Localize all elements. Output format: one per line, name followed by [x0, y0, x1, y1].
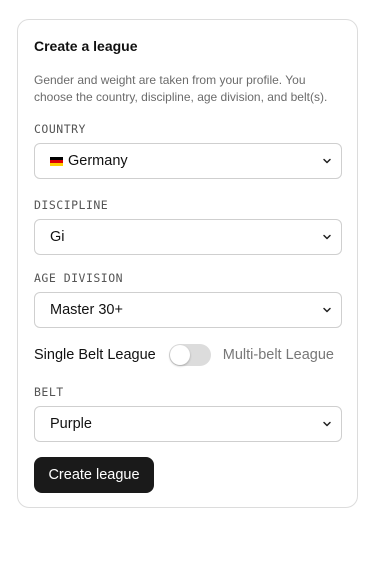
belt-label: BELT — [34, 385, 64, 399]
country-select[interactable]: Germany — [34, 143, 342, 179]
discipline-select[interactable]: Gi — [34, 219, 342, 255]
belt-mode-toggle[interactable] — [168, 344, 211, 366]
multi-belt-label: Multi-belt League — [222, 347, 334, 363]
age-division-select-value: Master 30+ — [50, 302, 123, 318]
country-label: COUNTRY — [34, 122, 86, 136]
discipline-select-value: Gi — [50, 229, 65, 245]
age-division-label: AGE DIVISION — [34, 271, 124, 285]
belt-mode-row: Single Belt League Multi-belt League — [34, 342, 334, 368]
card-description: Gender and weight are taken from your pr… — [34, 73, 328, 104]
belt-select-value: Purple — [50, 416, 92, 432]
chevron-down-icon — [323, 234, 331, 240]
germany-flag-icon — [50, 157, 63, 166]
age-division-select[interactable]: Master 30+ — [34, 292, 342, 328]
discipline-label: DISCIPLINE — [34, 198, 109, 212]
chevron-down-icon — [323, 421, 331, 427]
belt-select[interactable]: Purple — [34, 406, 342, 442]
chevron-down-icon — [323, 158, 331, 164]
country-select-value: Germany — [68, 153, 128, 169]
toggle-knob — [169, 345, 190, 365]
create-league-button[interactable]: Create league — [34, 457, 154, 493]
card-title: Create a league — [34, 38, 138, 54]
single-belt-label: Single Belt League — [34, 347, 156, 363]
create-league-card: Create a league Gender and weight are ta… — [17, 19, 358, 508]
chevron-down-icon — [323, 307, 331, 313]
